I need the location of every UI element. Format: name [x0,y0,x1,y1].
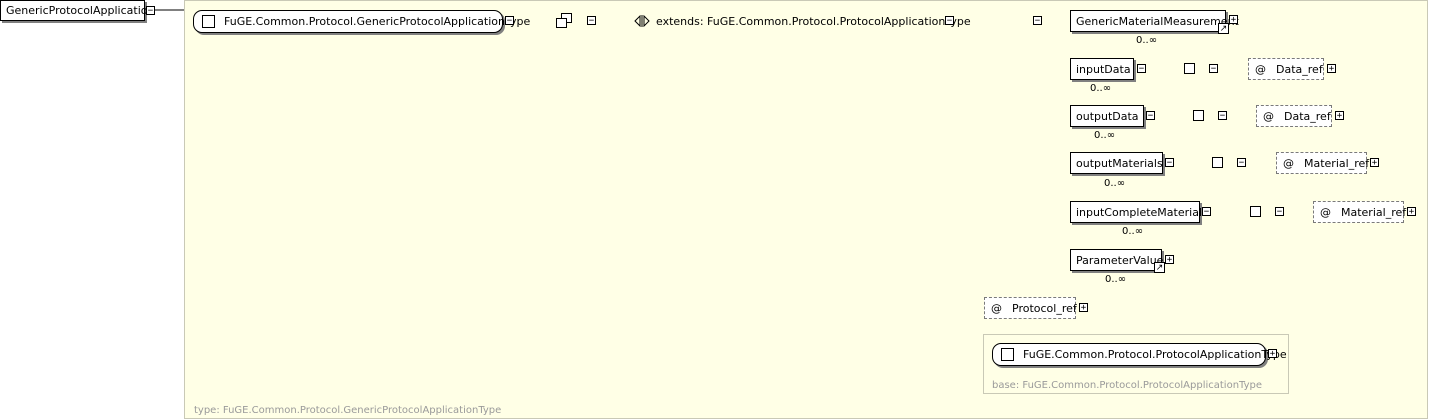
collapse-toggle[interactable]: − [1237,158,1246,168]
root-element-label: GenericProtocolApplication [6,4,155,17]
extension-collapse-toggle[interactable]: − [945,16,954,26]
element-label: GenericMaterialMeasurement [1076,14,1239,28]
at-icon: @ [991,301,1002,315]
compositor-square-icon [1250,206,1261,217]
attribute-label: Data_ref [1276,62,1323,76]
compositor-collapse-toggle[interactable]: − [587,16,596,26]
reference-arrow-icon: ↗ [1218,23,1229,34]
base-type-box[interactable]: FuGE.Common.Protocol.ProtocolApplication… [992,343,1287,366]
element-label: inputCompleteMaterials [1076,205,1208,219]
attribute-data-ref[interactable]: @ Data_ref [1248,58,1324,80]
root-element-box[interactable]: GenericProtocolApplication [0,0,154,21]
attribute-label: Protocol_ref [1012,301,1077,315]
collapse-toggle[interactable]: − [1209,64,1218,74]
element-input-complete-materials[interactable]: inputCompleteMaterials [1070,201,1208,223]
type-caption: type: FuGE.Common.Protocol.GenericProtoc… [194,405,502,416]
expand-toggle[interactable]: + [1229,15,1238,25]
cardinality-label: 0..∞ [1122,226,1144,237]
collapse-toggle[interactable]: − [1146,111,1155,121]
element-label: ParameterValue [1076,253,1164,267]
sequence-collapse-toggle[interactable]: − [1033,16,1042,26]
complex-type-box[interactable]: FuGE.Common.Protocol.GenericProtocolAppl… [193,10,530,33]
cardinality-label: 0..∞ [1136,35,1158,46]
compositor-square-icon [1212,157,1223,168]
attribute-material-ref[interactable]: @ Material_ref [1313,201,1407,223]
expand-toggle[interactable]: + [1268,349,1277,359]
compositor-square-icon [1193,110,1204,121]
complex-type-label: FuGE.Common.Protocol.GenericProtocolAppl… [224,15,531,28]
cardinality-label: 0..∞ [1104,178,1126,189]
expand-toggle[interactable]: + [1327,64,1336,74]
base-type-label: FuGE.Common.Protocol.ProtocolApplication… [1023,348,1287,361]
root-collapse-toggle[interactable]: − [146,6,155,16]
at-icon: @ [1283,156,1294,170]
base-type-caption: base: FuGE.Common.Protocol.ProtocolAppli… [992,380,1263,391]
collapse-toggle[interactable]: − [1218,111,1227,121]
element-label: outputMaterials [1076,156,1163,170]
expand-toggle[interactable]: + [1407,207,1416,217]
attribute-data-ref[interactable]: @ Data_ref [1256,105,1332,127]
type-square-icon [202,15,215,28]
cardinality-label: 0..∞ [1094,130,1116,141]
expand-toggle[interactable]: + [1079,303,1088,313]
element-parameter-value[interactable]: ParameterValue [1070,249,1164,271]
extension-box[interactable]: extends: FuGE.Common.Protocol.ProtocolAp… [634,11,971,31]
expand-toggle[interactable]: + [1370,158,1379,168]
at-icon: @ [1320,205,1331,219]
element-output-materials[interactable]: outputMaterials [1070,152,1163,174]
element-input-data[interactable]: inputData [1070,58,1134,80]
collapse-toggle[interactable]: − [1137,64,1146,74]
cardinality-label: 0..∞ [1090,83,1112,94]
complex-type-collapse-toggle[interactable]: − [505,16,514,26]
attribute-material-ref[interactable]: @ Material_ref [1276,152,1370,174]
compositor-square-icon [1184,63,1195,74]
attribute-protocol-ref[interactable]: @ Protocol_ref [984,297,1077,319]
collapse-toggle[interactable]: − [1202,207,1211,217]
collapse-toggle[interactable]: − [1165,158,1174,168]
element-generic-material-measurement[interactable]: GenericMaterialMeasurement [1070,10,1239,32]
at-icon: @ [1255,62,1266,76]
all-compositor-icon[interactable] [556,13,574,29]
attribute-label: Data_ref [1284,109,1331,123]
element-label: inputData [1076,62,1131,76]
expand-toggle[interactable]: + [1165,255,1174,265]
attribute-label: Material_ref [1304,156,1370,170]
expand-toggle[interactable]: + [1335,111,1344,121]
extension-icon [634,14,650,28]
type-square-icon [1001,348,1014,361]
extension-label: extends: FuGE.Common.Protocol.ProtocolAp… [656,14,971,28]
at-icon: @ [1263,109,1274,123]
collapse-toggle[interactable]: − [1275,207,1284,217]
reference-arrow-icon: ↗ [1154,262,1165,273]
element-label: outputData [1076,109,1139,123]
attribute-label: Material_ref [1341,205,1407,219]
cardinality-label: 0..∞ [1105,274,1127,285]
element-output-data[interactable]: outputData [1070,105,1144,127]
